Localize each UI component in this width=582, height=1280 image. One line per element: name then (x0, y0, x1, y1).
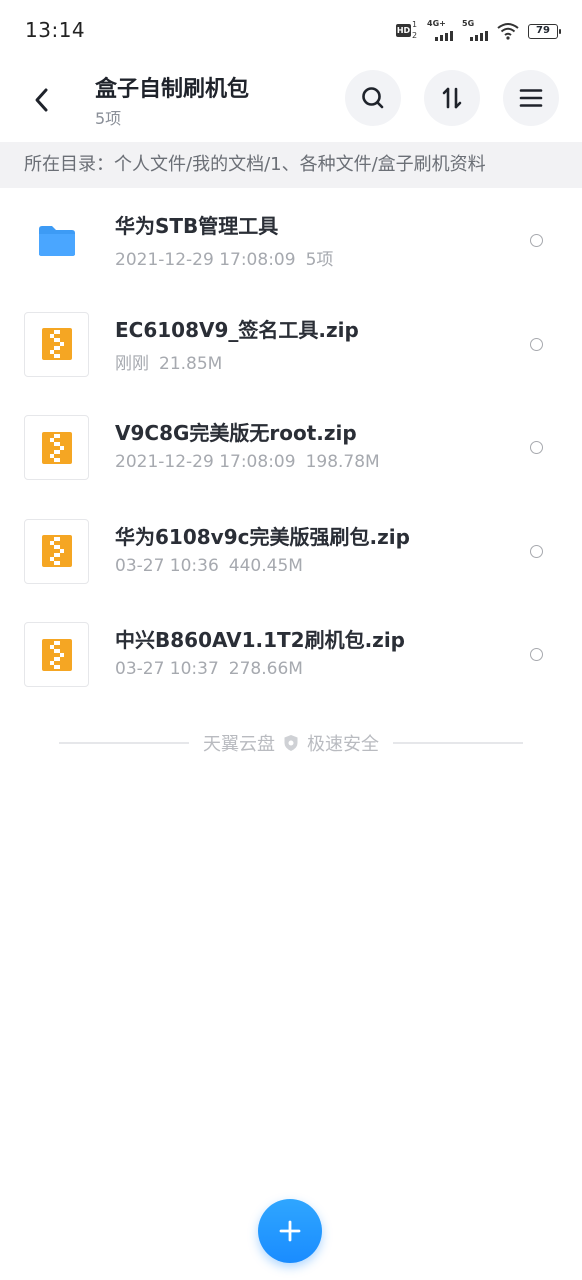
add-button[interactable] (258, 1199, 322, 1263)
wifi-icon (497, 23, 519, 40)
file-size: 5项 (305, 250, 334, 270)
file-name: V9C8G完美版无root.zip (115, 421, 357, 445)
file-size: 278.66M (228, 659, 303, 679)
file-meta: 03-27 10:37 278.66M (115, 659, 303, 679)
sort-icon (442, 87, 462, 109)
file-size: 440.45M (228, 555, 303, 576)
breadcrumb[interactable]: 所在目录：个人文件/我的文档/1、各种文件/盒子刷机资料 (0, 142, 582, 188)
signal-5g-icon: 5G (462, 19, 488, 42)
menu-button[interactable] (503, 70, 559, 126)
brand-name: 天翼云盘 (203, 734, 275, 755)
file-name: 华为6108v9c完美版强刷包.zip (115, 524, 410, 549)
file-date: 2021-12-29 17:08:09 (115, 250, 296, 270)
item-count: 5项 (95, 109, 122, 128)
zip-file-icon (24, 518, 89, 584)
file-date: 2021-12-29 17:08:09 (115, 452, 296, 472)
zip-file-icon (24, 415, 89, 480)
brand-tagline: 极速安全 (307, 734, 379, 755)
back-arrow-icon (35, 88, 48, 112)
file-meta: 2021-12-29 17:08:09 198.78M (115, 452, 380, 472)
file-meta: 刚刚 21.85M (115, 349, 222, 374)
status-icons: HD 1 2 4G+ 5G 79 (396, 19, 561, 43)
signal-4g-icon: 4G+ (427, 19, 453, 42)
sort-button[interactable] (424, 70, 480, 126)
file-meta: 2021-12-29 17:08:09 5项 (115, 245, 333, 270)
zip-file-icon (24, 311, 89, 377)
divider (59, 742, 189, 744)
plus-icon (279, 1220, 301, 1242)
file-date: 03-27 10:36 (115, 555, 219, 576)
select-checkbox[interactable] (530, 648, 543, 661)
select-checkbox[interactable] (530, 337, 543, 351)
file-date: 刚刚 (115, 353, 149, 374)
zip-file-icon (24, 622, 89, 687)
page-title: 盒子自制刷机包 (95, 77, 250, 102)
file-size: 198.78M (305, 452, 380, 472)
select-checkbox[interactable] (530, 234, 543, 247)
list-item[interactable]: 中兴B860AV1.1T2刷机包.zip 03-27 10:37 278.66M (0, 602, 582, 706)
menu-icon (519, 89, 543, 107)
divider (393, 742, 523, 744)
list-item[interactable]: V9C8G完美版无root.zip 2021-12-29 17:08:09 198… (0, 395, 582, 499)
footer-slogan: 天翼云盘 极速安全 (0, 728, 582, 758)
search-icon (362, 87, 384, 109)
search-button[interactable] (345, 70, 401, 126)
status-time: 13:14 (25, 18, 86, 42)
shield-icon (284, 735, 298, 751)
file-name: 华为STB管理工具 (115, 214, 279, 238)
file-size: 21.85M (159, 353, 223, 374)
file-list: 华为STB管理工具 2021-12-29 17:08:09 5项 EC6108V9… (0, 188, 582, 706)
header: 盒子自制刷机包 5项 (0, 62, 582, 142)
list-item[interactable]: EC6108V9_签名工具.zip 刚刚 21.85M (0, 292, 582, 396)
back-button[interactable] (24, 82, 60, 118)
list-item[interactable]: 华为6108v9c完美版强刷包.zip 03-27 10:36 440.45M (0, 499, 582, 603)
select-checkbox[interactable] (530, 544, 543, 558)
hd-voice-icon: HD 1 2 (396, 20, 418, 40)
folder-icon (24, 208, 89, 273)
select-checkbox[interactable] (530, 441, 543, 454)
list-item[interactable]: 华为STB管理工具 2021-12-29 17:08:09 5项 (0, 188, 582, 292)
file-name: EC6108V9_签名工具.zip (115, 317, 359, 342)
file-date: 03-27 10:37 (115, 659, 219, 679)
file-name: 中兴B860AV1.1T2刷机包.zip (115, 628, 405, 652)
battery-icon: 79 (528, 23, 561, 39)
status-bar: 13:14 HD 1 2 4G+ 5G 79 (0, 0, 582, 62)
file-meta: 03-27 10:36 440.45M (115, 556, 303, 576)
